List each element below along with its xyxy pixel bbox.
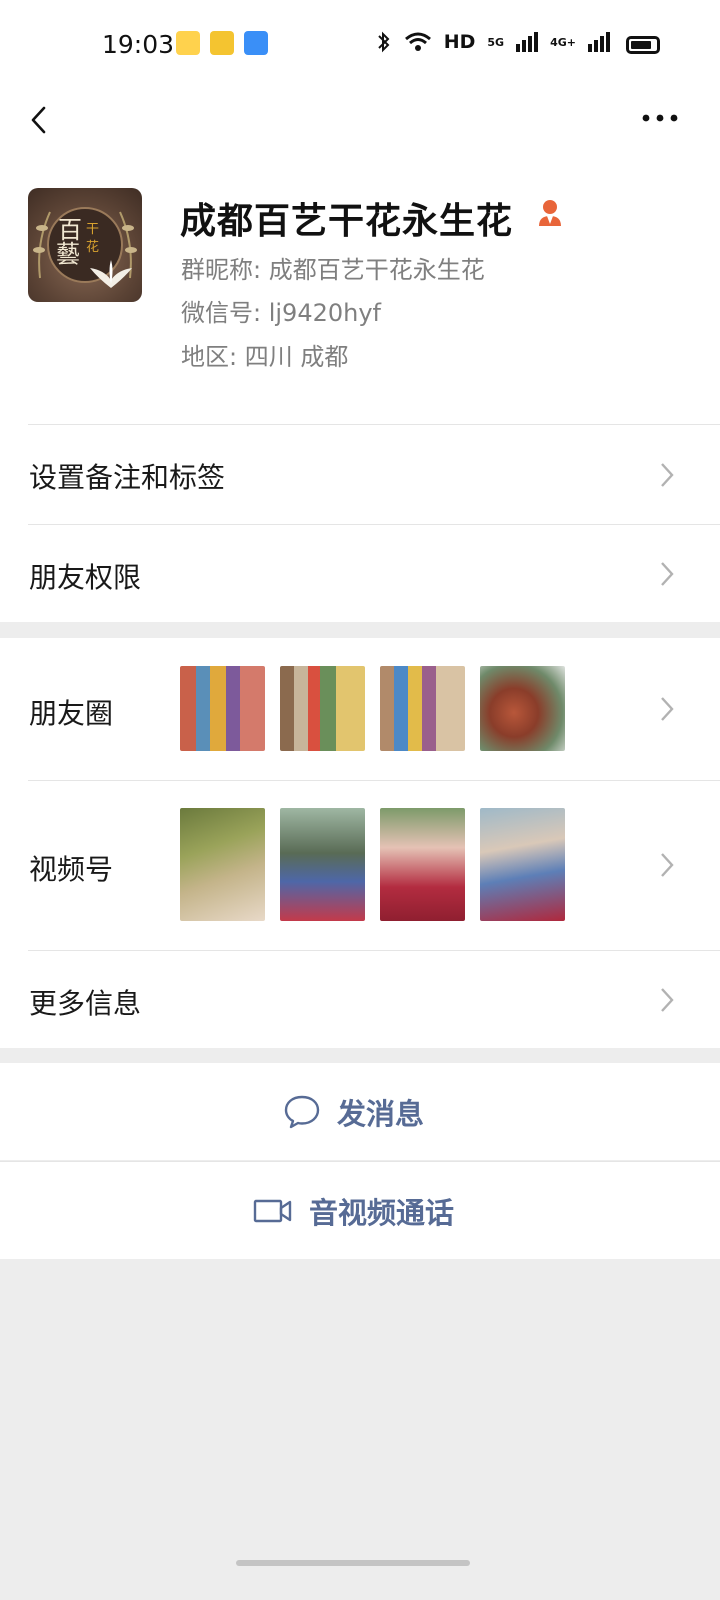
system-icons: HD 5G 4G+ bbox=[376, 30, 610, 54]
moments-thumbnail bbox=[180, 666, 265, 751]
app-icon bbox=[244, 31, 268, 55]
divider bbox=[28, 780, 720, 781]
home-indicator[interactable] bbox=[236, 1560, 470, 1566]
channels-row[interactable]: 视频号 bbox=[0, 780, 720, 950]
signal-4g-label: 4G+ bbox=[550, 35, 576, 49]
moments-thumbnail bbox=[480, 666, 565, 751]
person-icon bbox=[539, 200, 561, 226]
send-message-label: 发消息 bbox=[337, 1096, 425, 1131]
profile-header: 百 藝 干 花 成都百艺干花永生花 群昵称: 成都百艺干花永生花 微信号: lj… bbox=[0, 152, 720, 424]
send-message-button[interactable]: 发消息 bbox=[0, 1063, 720, 1160]
more-info-label: 更多信息 bbox=[29, 987, 142, 1020]
chevron-right-icon bbox=[661, 463, 674, 487]
channels-thumbnail bbox=[380, 808, 465, 921]
signal-icon bbox=[588, 32, 610, 52]
status-time: 19:03 bbox=[102, 30, 175, 59]
chevron-right-icon bbox=[661, 853, 674, 877]
chevron-right-icon bbox=[661, 697, 674, 721]
network-type: HD bbox=[443, 31, 476, 53]
divider bbox=[28, 524, 720, 525]
avatar-text: 干 bbox=[86, 222, 100, 237]
wechat-id: 微信号: lj9420hyf bbox=[181, 299, 381, 327]
avatar-text: 花 bbox=[86, 240, 100, 255]
back-icon[interactable] bbox=[24, 102, 60, 138]
profile-name: 成都百艺干花永生花 bbox=[180, 201, 514, 242]
notification-icons bbox=[176, 31, 268, 55]
audio-video-call-label: 音视频通话 bbox=[309, 1195, 455, 1230]
nav-bar bbox=[0, 92, 720, 152]
divider bbox=[28, 950, 720, 951]
video-camera-icon bbox=[253, 1199, 292, 1222]
chevron-right-icon bbox=[661, 562, 674, 586]
channels-thumbnail bbox=[180, 808, 265, 921]
moments-thumbnail bbox=[380, 666, 465, 751]
channels-label: 视频号 bbox=[29, 853, 114, 886]
chevron-right-icon bbox=[661, 988, 674, 1012]
audio-video-call-button[interactable]: 音视频通话 bbox=[0, 1162, 720, 1259]
friend-permissions-label: 朋友权限 bbox=[29, 561, 142, 594]
channels-thumbnail bbox=[280, 808, 365, 921]
lily-icon bbox=[90, 260, 132, 288]
signal-icon bbox=[516, 32, 539, 52]
set-remark-and-tags-row[interactable]: 设置备注和标签 bbox=[0, 424, 720, 524]
moments-row[interactable]: 朋友圈 bbox=[0, 638, 720, 780]
avatar-text: 藝 bbox=[56, 240, 80, 268]
signal-5g-label: 5G bbox=[487, 35, 505, 49]
region: 地区: 四川 成都 bbox=[181, 343, 349, 371]
group-nickname: 群昵称: 成都百艺干花永生花 bbox=[181, 256, 485, 284]
app-icon bbox=[176, 31, 200, 55]
send-message-content: 发消息 bbox=[283, 1063, 424, 1160]
channels-thumbnails bbox=[180, 808, 565, 921]
more-info-row[interactable]: 更多信息 bbox=[0, 950, 720, 1048]
chat-bubble-icon bbox=[284, 1095, 320, 1128]
moments-label: 朋友圈 bbox=[29, 697, 114, 730]
divider bbox=[28, 424, 720, 425]
app-icon bbox=[210, 31, 234, 55]
moments-thumbnail bbox=[280, 666, 365, 751]
more-icon[interactable] bbox=[640, 110, 680, 126]
audio-video-call-content: 音视频通话 bbox=[253, 1162, 454, 1259]
wifi-icon bbox=[404, 32, 431, 51]
status-bar: 19:03 HD 5G 4G+ bbox=[0, 0, 720, 92]
set-remark-label: 设置备注和标签 bbox=[29, 461, 226, 494]
battery-icon bbox=[626, 36, 660, 54]
channels-thumbnail bbox=[480, 808, 565, 921]
avatar[interactable]: 百 藝 干 花 bbox=[28, 188, 142, 302]
friend-permissions-row[interactable]: 朋友权限 bbox=[0, 524, 720, 622]
bluetooth-icon bbox=[378, 31, 390, 53]
moments-thumbnails bbox=[180, 666, 565, 751]
